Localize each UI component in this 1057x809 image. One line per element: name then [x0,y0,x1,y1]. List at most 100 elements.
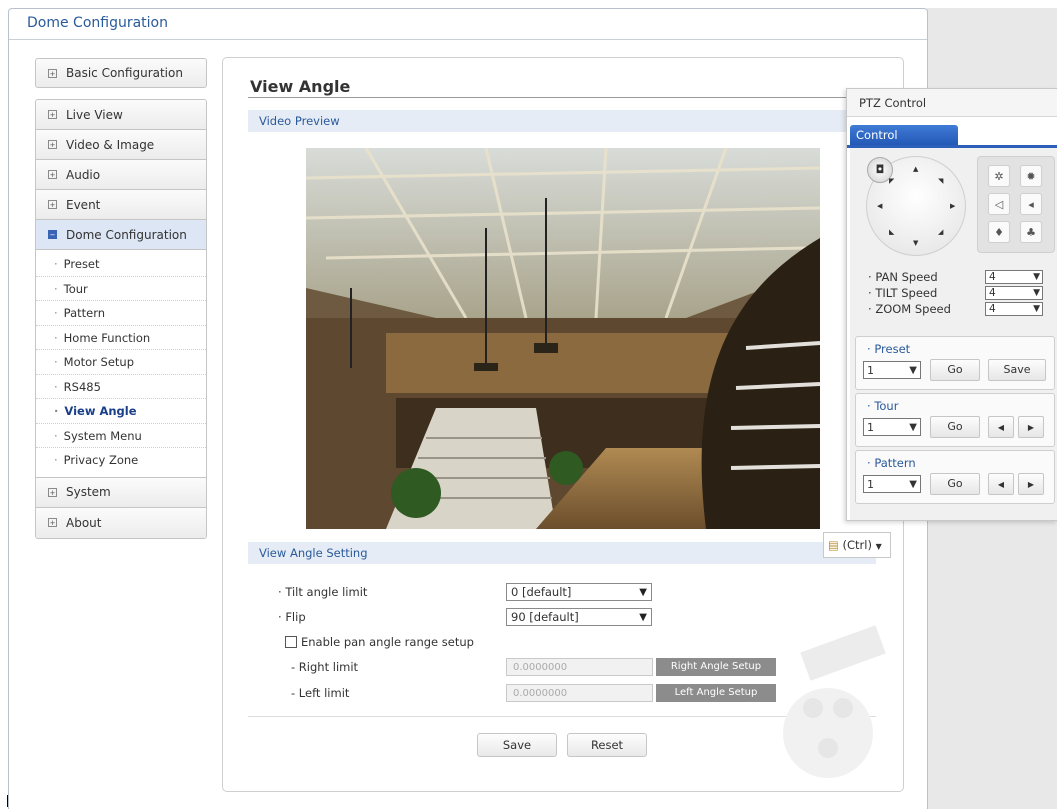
tour-go-button[interactable]: Go [930,416,980,438]
tour-value: 1 [867,421,874,434]
arrow-left-icon: ◀ [997,423,1005,432]
chevron-down-icon: ▼ [1033,272,1040,282]
sidebar-item-label: Dome Configuration [66,227,187,242]
pattern-next-button[interactable]: ▶ [1018,473,1044,495]
tab-control[interactable]: Control [850,125,958,145]
zoom-speed-select[interactable]: 4 ▼ [985,302,1043,316]
expand-icon: + [48,140,57,149]
sub-item-label: System Menu [63,428,142,443]
sidebar-sub-pattern[interactable]: · Pattern [36,301,206,326]
tour-next-button[interactable]: ▶ [1018,416,1044,438]
sidebar-item-label: Event [66,197,101,212]
sidebar-sub-home-function[interactable]: · Home Function [36,326,206,350]
sub-item-label: Pattern [63,306,106,320]
section-header-view-angle-setting: View Angle Setting [248,542,876,564]
pan-speed-label: · PAN Speed [868,270,938,284]
paste-options-popup[interactable]: ▤ (Ctrl) ▼ [823,532,891,558]
pattern-value: 1 [867,478,874,491]
preset-go-button[interactable]: Go [930,359,980,381]
decorative-film-icon [783,625,886,778]
arrow-down-right-icon[interactable]: ◢ [938,228,943,236]
focus-far-icon[interactable]: ✹ [1020,165,1042,187]
tilt-speed-label: · TILT Speed [868,286,938,300]
bullet-icon: · [54,330,58,345]
sidebar-item-live-view[interactable]: + Live View [36,100,206,130]
sidebar-item-label: System [66,485,111,499]
sidebar-item-about[interactable]: + About [36,507,206,538]
left-limit-input: 0.0000000 [506,684,653,702]
zoom-out-icon[interactable]: ◁ [988,193,1010,215]
bullet-icon: · [54,355,58,369]
zoom-speed-label: · ZOOM Speed [868,302,951,316]
flip-label: · Flip [278,610,306,624]
tour-select[interactable]: 1 ▼ [863,418,921,436]
flip-select[interactable]: 90 [default] ▼ [506,608,652,626]
pattern-go-button[interactable]: Go [930,473,980,495]
preset-box: · Preset 1 ▼ Go Save [855,336,1055,390]
sidebar-sub-view-angle[interactable]: · View Angle [36,399,206,424]
main-panel: View Angle Video Preview View Angle Sett… [222,57,904,792]
arrow-left-icon[interactable]: ◀ [877,202,882,210]
sidebar-sub-motor-setup[interactable]: · Motor Setup [36,350,206,375]
pattern-prev-button[interactable]: ◀ [988,473,1014,495]
arrow-down-icon[interactable]: ▼ [913,239,918,247]
sidebar-sub-tour[interactable]: · Tour [36,277,206,301]
reset-button[interactable]: Reset [567,733,647,757]
sidebar-item-dome-configuration[interactable]: − Dome Configuration [36,220,206,250]
sidebar-item-label: Basic Configuration [66,66,183,80]
sidebar-item-label: Audio [66,167,101,182]
preset-value: 1 [867,364,874,377]
sidebar-item-event[interactable]: + Event [36,190,206,220]
section-header-video-preview: Video Preview [248,110,876,132]
bullet-icon: · [54,281,58,296]
ptz-joystick[interactable]: ▲ ▼ ◀ ▶ ◤ ◥ ◣ ◢ ◘ [866,156,966,256]
arrow-down-left-icon[interactable]: ◣ [889,228,894,236]
pattern-title-text: Pattern [874,456,916,470]
save-button[interactable]: Save [477,733,557,757]
tilt-angle-select[interactable]: 0 [default] ▼ [506,583,652,601]
text-cursor [7,795,8,807]
expand-icon: + [48,518,57,527]
bullet-icon: · [54,257,58,271]
tour-prev-button[interactable]: ◀ [988,416,1014,438]
paste-options-label: (Ctrl) [842,538,872,552]
arrow-up-left-icon[interactable]: ◤ [889,177,894,185]
pan-speed-select[interactable]: 4 ▼ [985,270,1043,284]
preset-title-text: Preset [874,342,911,356]
preset-save-button[interactable]: Save [988,359,1046,381]
sidebar-item-audio[interactable]: + Audio [36,160,206,190]
sidebar-sub-rs485[interactable]: · RS485 [36,375,206,399]
window-titlebar: Dome Configuration [9,9,927,40]
ptz-control-panel: PTZ Control Control ▲ ▼ ◀ ▶ ◤ ◥ ◣ ◢ ◘ ✲ … [846,88,1057,521]
pan-range-checkbox[interactable] [285,636,297,648]
bullet-icon: · [54,306,58,320]
tilt-speed-select[interactable]: 4 ▼ [985,286,1043,300]
window-title: Dome Configuration [27,15,168,31]
zoom-in-icon[interactable]: ◂ [1020,193,1042,215]
preset-select[interactable]: 1 ▼ [863,361,921,379]
arrow-up-icon[interactable]: ▲ [913,165,918,173]
tilt-angle-label-text: Tilt angle limit [285,585,368,599]
ptz-body: ▲ ▼ ◀ ▶ ◤ ◥ ◣ ◢ ◘ ✲ ✹ ◁ ◂ ♦ ♣ · PAN Spee… [850,148,1057,520]
tour-title-text: Tour [874,399,899,413]
sidebar-item-basic-configuration[interactable]: + Basic Configuration [35,58,207,88]
arrow-up-right-icon[interactable]: ◥ [938,177,943,185]
sidebar-sub-privacy-zone[interactable]: · Privacy Zone [36,448,206,473]
sidebar-sub-system-menu[interactable]: · System Menu [36,424,206,448]
focus-near-icon[interactable]: ✲ [988,165,1010,187]
iris-open-icon[interactable]: ♦ [988,221,1010,243]
chevron-down-icon: ▼ [875,542,882,551]
chevron-down-icon: ▼ [1033,304,1040,314]
chevron-down-icon: ▼ [639,587,647,598]
iris-close-icon[interactable]: ♣ [1020,221,1042,243]
sidebar-sub-preset[interactable]: · Preset [36,252,206,277]
zoom-speed-text: ZOOM Speed [875,302,951,316]
expand-icon: + [48,68,57,78]
sidebar-item-video-image[interactable]: + Video & Image [36,130,206,160]
tilt-angle-label: · Tilt angle limit [278,585,368,599]
arrow-right-icon[interactable]: ▶ [950,202,955,210]
pan-speed-text: PAN Speed [875,270,938,284]
pattern-select[interactable]: 1 ▼ [863,475,921,493]
sub-item-label: Motor Setup [63,355,135,369]
sidebar-item-system[interactable]: + System [36,477,206,508]
